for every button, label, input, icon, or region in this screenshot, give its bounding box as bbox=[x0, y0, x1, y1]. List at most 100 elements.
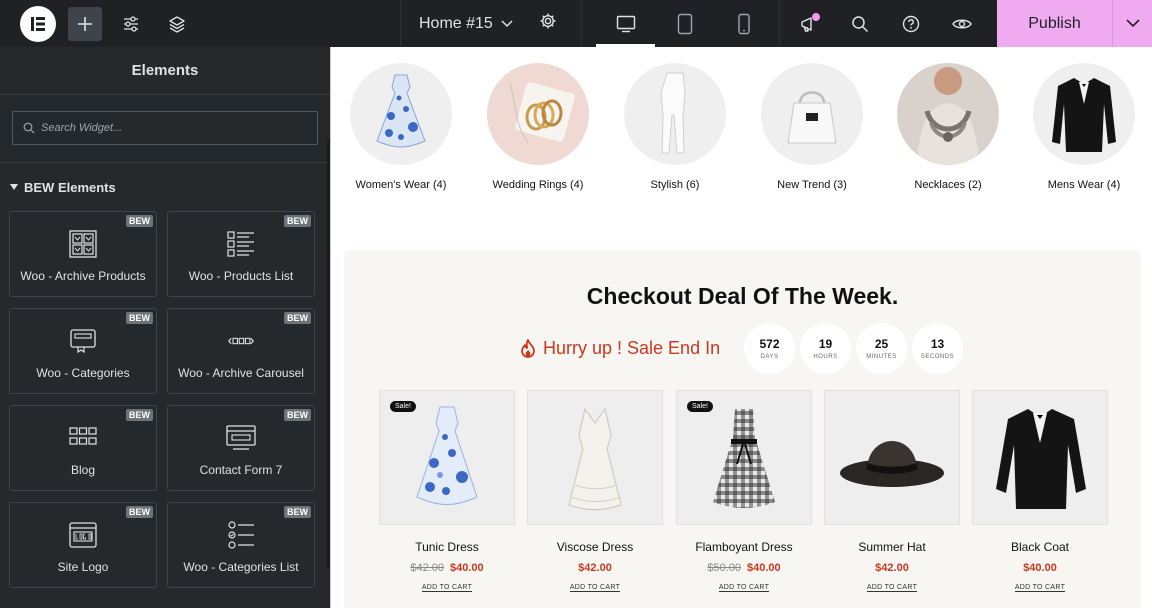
archive-products-icon bbox=[67, 228, 99, 260]
page-settings-button[interactable] bbox=[539, 12, 557, 35]
search-widget-input[interactable] bbox=[41, 122, 301, 134]
product-image[interactable]: Sale! bbox=[676, 390, 812, 525]
publish-options-button[interactable] bbox=[1112, 0, 1152, 47]
product-price: $42.00 bbox=[875, 562, 909, 574]
product-image[interactable] bbox=[972, 390, 1108, 525]
help-button[interactable] bbox=[894, 7, 928, 41]
product-card[interactable]: Black Coat $40.00 ADD TO CART bbox=[972, 390, 1108, 592]
sale-price: $40.00 bbox=[747, 562, 781, 574]
widget-woo-products-list[interactable]: BEW Woo - Products List bbox=[167, 211, 315, 297]
category-item[interactable]: Necklaces (2) bbox=[888, 63, 1008, 191]
fire-icon bbox=[521, 338, 535, 358]
category-label: Mens Wear (4) bbox=[1047, 179, 1121, 191]
category-image bbox=[897, 63, 999, 165]
bew-badge: BEW bbox=[284, 312, 311, 324]
site-settings-button[interactable] bbox=[114, 7, 148, 41]
bew-badge: BEW bbox=[284, 215, 311, 227]
countdown-unit: SECONDS bbox=[920, 354, 955, 360]
product-name[interactable]: Flamboyant Dress bbox=[695, 540, 792, 554]
sale-price: $40.00 bbox=[450, 562, 484, 574]
widget-label: Woo - Categories bbox=[36, 366, 130, 380]
product-name[interactable]: Viscose Dress bbox=[557, 540, 633, 554]
desktop-view-button[interactable] bbox=[596, 0, 655, 47]
notifications-button[interactable] bbox=[792, 7, 826, 41]
old-price: $42.00 bbox=[410, 562, 444, 574]
sale-price: $42.00 bbox=[875, 562, 909, 574]
product-card[interactable]: Summer Hat $42.00 ADD TO CART bbox=[824, 390, 960, 592]
category-item[interactable]: Wedding Rings (4) bbox=[478, 63, 598, 191]
product-name[interactable]: Black Coat bbox=[1011, 540, 1069, 554]
widget-site-logo[interactable]: BEW Site Logo bbox=[9, 502, 157, 588]
widget-woo-categories[interactable]: BEW Woo - Categories bbox=[9, 308, 157, 394]
product-name[interactable]: Tunic Dress bbox=[415, 540, 479, 554]
category-image bbox=[350, 63, 452, 165]
countdown-minutes: 25 MINUTES bbox=[856, 323, 907, 374]
countdown-value: 19 bbox=[818, 337, 833, 351]
gear-icon bbox=[540, 13, 556, 29]
countdown-value: 13 bbox=[930, 337, 945, 351]
page-title[interactable]: Home #15 bbox=[419, 15, 493, 33]
preview-button[interactable] bbox=[945, 7, 979, 41]
device-switcher bbox=[582, 0, 780, 47]
publish-button[interactable]: Publish bbox=[997, 15, 1112, 33]
deal-of-week-section: Checkout Deal Of The Week. Hurry up ! Sa… bbox=[344, 250, 1141, 608]
category-item[interactable]: New Trend (3) bbox=[752, 63, 872, 191]
category-toggle-bew-elements[interactable]: BEW Elements bbox=[0, 163, 330, 211]
category-label: Wedding Rings (4) bbox=[492, 179, 584, 191]
add-element-button[interactable] bbox=[68, 6, 102, 41]
caret-down-icon bbox=[10, 184, 18, 190]
widget-blog[interactable]: BEW Blog bbox=[9, 405, 157, 491]
category-image bbox=[624, 63, 726, 165]
bew-badge: BEW bbox=[126, 215, 153, 227]
category-label: BEW Elements bbox=[24, 179, 116, 195]
mobile-view-button[interactable] bbox=[714, 0, 773, 47]
add-to-cart-link[interactable]: ADD TO CART bbox=[1014, 584, 1066, 592]
product-card[interactable]: Sale! Flamboyant Dress $50.00 $40.00 ADD… bbox=[676, 390, 812, 592]
finder-button[interactable] bbox=[843, 7, 877, 41]
product-image[interactable]: Sale! bbox=[379, 390, 515, 525]
product-card[interactable]: Sale! Tunic Dress $42.00 $40.00 ADD TO C… bbox=[379, 390, 515, 592]
old-price: $50.00 bbox=[707, 562, 741, 574]
tablet-view-button[interactable] bbox=[655, 0, 714, 47]
add-to-cart-link[interactable]: ADD TO CART bbox=[569, 584, 621, 592]
countdown-unit: HOURS bbox=[813, 354, 838, 360]
widget-contact-form-7[interactable]: BEW Contact Form 7 bbox=[167, 405, 315, 491]
add-to-cart-link[interactable]: ADD TO CART bbox=[718, 584, 770, 592]
add-to-cart-link[interactable]: ADD TO CART bbox=[421, 584, 473, 592]
carousel-icon bbox=[225, 325, 257, 357]
notification-dot bbox=[812, 12, 820, 21]
bew-badge: BEW bbox=[126, 506, 153, 518]
product-name[interactable]: Summer Hat bbox=[858, 540, 925, 554]
bew-badge: BEW bbox=[126, 312, 153, 324]
layers-icon bbox=[169, 15, 185, 33]
page-selector[interactable]: Home #15 bbox=[400, 0, 582, 47]
product-image[interactable] bbox=[824, 390, 960, 525]
chevron-down-icon bbox=[1125, 19, 1140, 28]
blog-grid-icon bbox=[67, 422, 99, 454]
search-box[interactable] bbox=[12, 111, 318, 145]
category-strip: Women's Wear (4) Wedding Rings (4) Styli… bbox=[343, 63, 1143, 203]
category-label: New Trend (3) bbox=[777, 179, 847, 191]
widget-woo-archive-carousel[interactable]: BEW Woo - Archive Carousel bbox=[167, 308, 315, 394]
chevron-down-icon bbox=[501, 19, 513, 27]
product-image[interactable] bbox=[527, 390, 663, 525]
widget-woo-categories-list[interactable]: BEW Woo - Categories List bbox=[167, 502, 315, 588]
widget-label: Woo - Categories List bbox=[183, 560, 299, 574]
category-image bbox=[487, 63, 589, 165]
category-item[interactable]: Stylish (6) bbox=[615, 63, 735, 191]
add-to-cart-link[interactable]: ADD TO CART bbox=[866, 584, 918, 592]
eye-icon bbox=[952, 19, 972, 28]
category-item[interactable]: Mens Wear (4) bbox=[1024, 63, 1144, 191]
sale-badge: Sale! bbox=[687, 401, 713, 412]
product-card[interactable]: Viscose Dress $42.00 ADD TO CART bbox=[527, 390, 663, 592]
sliders-icon bbox=[124, 15, 138, 32]
sale-price: $40.00 bbox=[1023, 562, 1057, 574]
structure-button[interactable] bbox=[160, 7, 194, 41]
category-item[interactable]: Women's Wear (4) bbox=[341, 63, 461, 191]
elementor-logo-icon[interactable] bbox=[20, 5, 56, 42]
deal-title: Checkout Deal Of The Week. bbox=[586, 283, 899, 309]
countdown-value: 25 bbox=[874, 337, 889, 351]
widget-woo-archive-products[interactable]: BEW Woo - Archive Products bbox=[9, 211, 157, 297]
top-bar-right bbox=[780, 0, 996, 47]
site-logo-icon bbox=[67, 519, 99, 551]
